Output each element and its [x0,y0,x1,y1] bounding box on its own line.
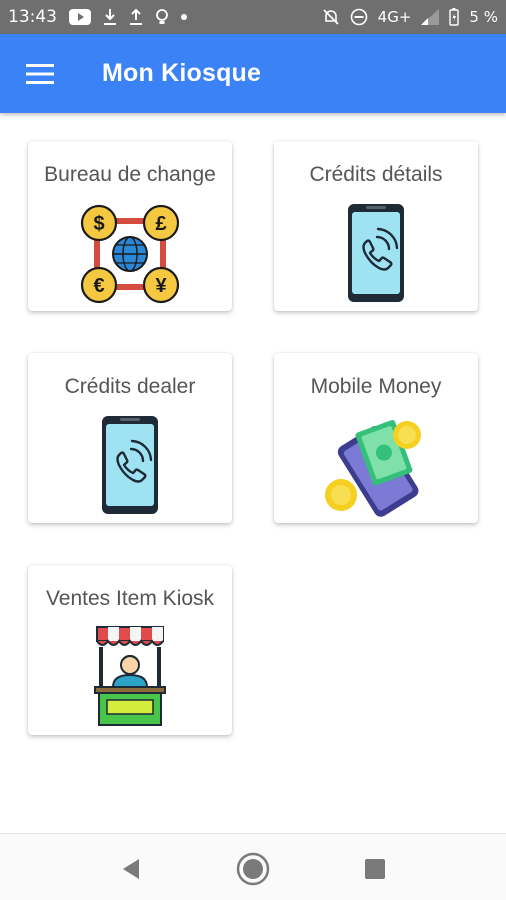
phone-call-icon [348,204,404,302]
card-label: Ventes Item Kiosk [45,587,215,610]
card-ventes-item-kiosk[interactable]: Ventes Item Kiosk [28,565,232,735]
status-time: 13:43 [8,7,57,27]
svg-text:£: £ [155,213,166,235]
status-bar: 13:43 4G+ 5 % [0,0,506,34]
app-title: Mon Kiosque [102,59,262,87]
dot-icon [181,14,187,20]
currency-exchange-icon: $ £ € ¥ [80,204,180,304]
card-label: Mobile Money [310,375,442,398]
home-circle-icon [236,852,270,886]
back-button[interactable] [114,852,148,886]
card-mobile-money[interactable]: Mobile Money [274,353,478,523]
card-label: Crédits dealer [64,375,196,398]
recents-square-icon [365,859,385,879]
status-right: 4G+ 5 % [322,8,498,26]
download-icon [103,8,117,26]
card-credits-details[interactable]: Crédits détails [274,141,478,311]
status-left: 13:43 [8,7,187,27]
recents-button[interactable] [358,852,392,886]
battery-icon [449,8,460,26]
kiosk-stand-icon [94,626,166,726]
notifications-off-icon [322,8,340,26]
upload-icon [129,8,143,26]
back-triangle-icon [123,859,139,879]
do-not-disturb-icon [350,8,368,26]
youtube-icon [69,9,91,25]
menu-button[interactable] [20,54,60,94]
card-credits-dealer[interactable]: Crédits dealer [28,353,232,523]
system-nav-bar [0,833,506,900]
card-label: Bureau de change [44,163,216,186]
svg-text:$: $ [93,213,104,235]
hamburger-menu-icon [26,63,54,84]
phone-call-icon [102,416,158,514]
card-bureau-de-change[interactable]: Bureau de change $ £ € ¥ [28,141,232,311]
signal-icon [421,9,440,25]
svg-text:€: € [93,275,104,297]
battery-level: 5 % [469,8,498,26]
card-label: Crédits détails [309,163,443,186]
svg-text:¥: ¥ [155,275,167,297]
app-bar: Mon Kiosque [0,34,506,113]
lightbulb-icon [155,8,169,26]
network-type: 4G+ [377,8,412,26]
mobile-money-icon [325,420,421,517]
home-button[interactable] [236,852,270,886]
